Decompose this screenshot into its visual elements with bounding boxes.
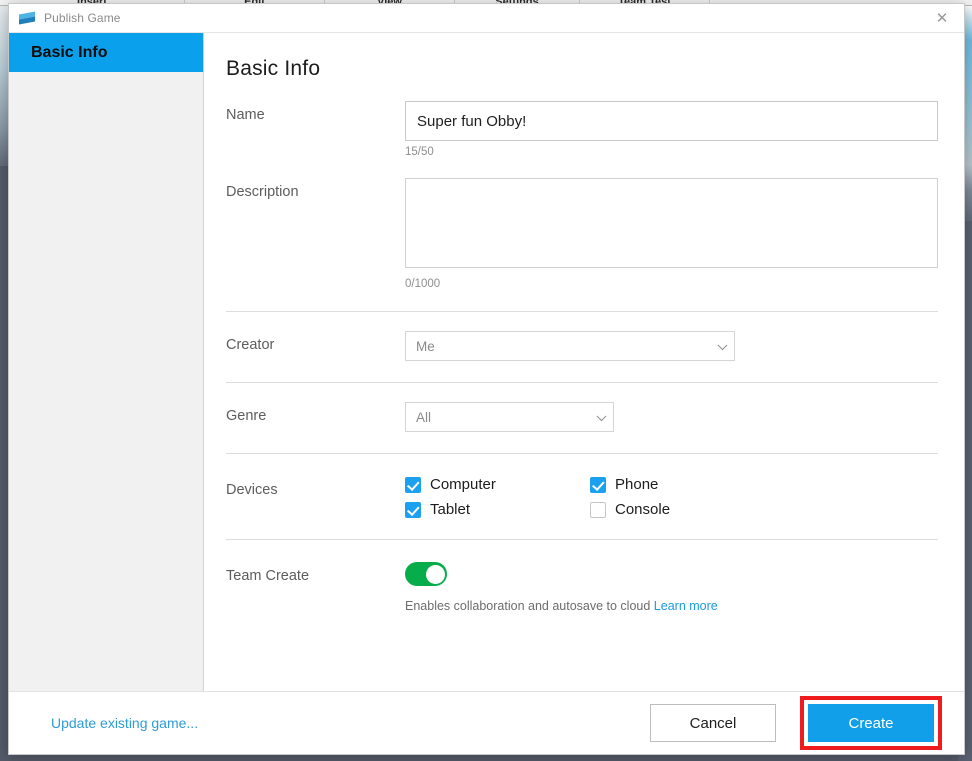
create-button-highlight-box: Create bbox=[800, 696, 942, 750]
creator-select[interactable]: Me bbox=[405, 331, 735, 361]
toggle-knob bbox=[425, 564, 445, 584]
device-label-computer: Computer bbox=[430, 476, 496, 493]
field-row-genre: Genre All bbox=[226, 402, 938, 432]
genre-select[interactable]: All bbox=[405, 402, 614, 432]
close-icon[interactable]: ✕ bbox=[920, 4, 964, 32]
devices-label: Devices bbox=[226, 482, 278, 498]
cancel-button[interactable]: Cancel bbox=[650, 704, 776, 742]
divider-1 bbox=[226, 311, 938, 312]
update-existing-game-link[interactable]: Update existing game... bbox=[51, 715, 198, 731]
field-row-devices: Devices Computer Phone Tablet Console bbox=[226, 476, 938, 518]
description-input[interactable] bbox=[405, 178, 938, 268]
name-char-counter: 15/50 bbox=[405, 146, 434, 158]
learn-more-link[interactable]: Learn more bbox=[654, 599, 718, 613]
divider-2 bbox=[226, 382, 938, 383]
checkbox-checked-icon bbox=[405, 476, 421, 493]
team-create-helper-text: Enables collaboration and autosave to cl… bbox=[405, 599, 938, 613]
page-title: Basic Info bbox=[226, 57, 321, 80]
description-label: Description bbox=[226, 184, 299, 200]
device-label-phone: Phone bbox=[615, 476, 659, 493]
device-checkbox-phone[interactable]: Phone bbox=[590, 476, 775, 493]
dialog-footer: Update existing game... Cancel Create bbox=[9, 691, 964, 754]
genre-label: Genre bbox=[226, 408, 267, 424]
field-row-creator: Creator Me bbox=[226, 331, 938, 361]
genre-selected-value: All bbox=[416, 409, 432, 425]
field-row-name: Name 15/50 bbox=[226, 101, 938, 158]
dialog-main-panel: Basic Info Name 15/50 Description 0/1000 bbox=[204, 33, 964, 691]
device-checkbox-computer[interactable]: Computer bbox=[405, 476, 590, 493]
team-create-helper-label: Enables collaboration and autosave to cl… bbox=[405, 599, 651, 613]
dialog-titlebar: Publish Game ✕ bbox=[9, 4, 964, 32]
device-label-console: Console bbox=[615, 501, 671, 518]
sidebar-item-basic-info[interactable]: Basic Info bbox=[9, 33, 203, 72]
device-checkbox-tablet[interactable]: Tablet bbox=[405, 501, 590, 518]
device-checkbox-console[interactable]: Console bbox=[590, 501, 775, 518]
create-button[interactable]: Create bbox=[808, 704, 934, 742]
dialog-body: Basic Info Basic Info Name 15/50 Descrip… bbox=[9, 32, 964, 691]
dialog-title: Publish Game bbox=[44, 11, 121, 25]
publish-game-dialog: Publish Game ✕ Basic Info Basic Info Nam… bbox=[8, 3, 965, 755]
field-row-team-create: Team Create Enables collaboration and au… bbox=[226, 562, 938, 613]
creator-label: Creator bbox=[226, 337, 275, 353]
field-row-description: Description 0/1000 bbox=[226, 178, 938, 290]
roblox-studio-icon bbox=[19, 10, 35, 26]
name-label: Name bbox=[226, 107, 265, 123]
creator-selected-value: Me bbox=[416, 338, 435, 354]
divider-4 bbox=[226, 539, 938, 540]
checkbox-checked-icon bbox=[590, 476, 606, 493]
team-create-label: Team Create bbox=[226, 568, 310, 584]
footer-buttons: Cancel Create bbox=[650, 696, 942, 750]
checkbox-unchecked-icon bbox=[590, 501, 606, 518]
device-label-tablet: Tablet bbox=[430, 501, 471, 518]
divider-3 bbox=[226, 453, 938, 454]
sidebar-item-label: Basic Info bbox=[31, 43, 108, 61]
team-create-toggle[interactable] bbox=[405, 562, 447, 586]
description-char-counter: 0/1000 bbox=[405, 278, 441, 290]
checkbox-checked-icon bbox=[405, 501, 421, 518]
dialog-sidebar: Basic Info bbox=[9, 33, 204, 691]
name-input[interactable] bbox=[405, 101, 938, 141]
